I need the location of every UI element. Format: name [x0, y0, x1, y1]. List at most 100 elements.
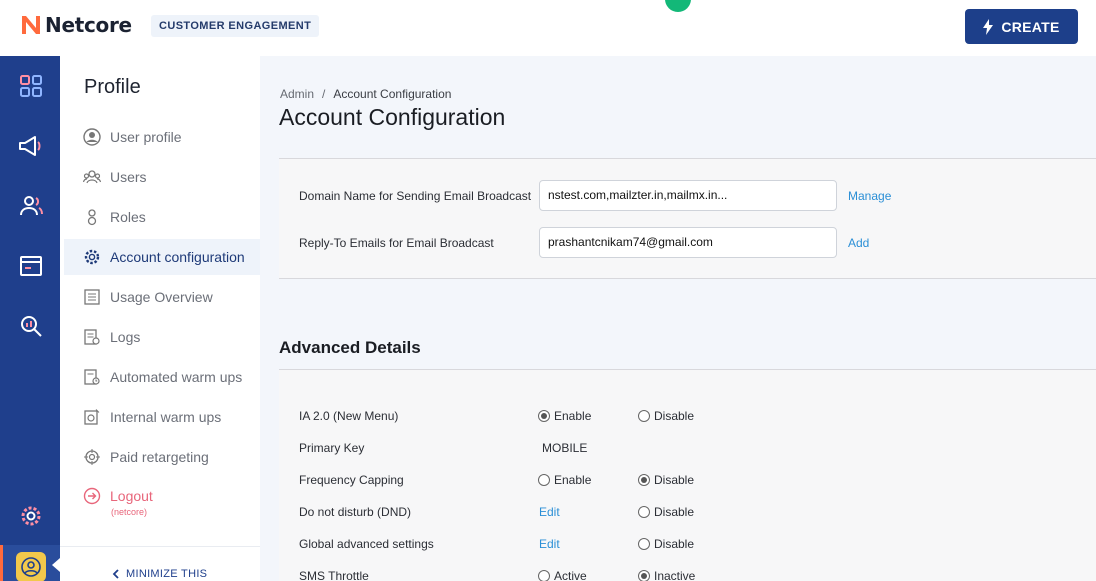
subnav-item-users[interactable]: Users [64, 159, 260, 195]
audience-icon[interactable] [18, 193, 44, 219]
minimize-label: MINIMIZE THIS [126, 568, 208, 580]
left-rail [0, 56, 60, 581]
subnav-title: Profile [84, 76, 141, 98]
breadcrumb-current: Account Configuration [333, 87, 452, 101]
profile-subnav: Profile User profile Users Roles Account… [60, 56, 260, 581]
subnav-item-roles[interactable]: Roles [64, 199, 260, 235]
template-icon[interactable] [18, 253, 44, 279]
logs-icon [82, 327, 102, 347]
ia-label: IA 2.0 (New Menu) [299, 409, 399, 423]
lightning-icon [983, 18, 994, 35]
subnav-item-logs[interactable]: Logs [64, 319, 260, 355]
netcore-logo-icon [22, 16, 40, 34]
subnav-label: Automated warm ups [110, 369, 243, 385]
radio-label: Active [554, 569, 587, 581]
email-config-card: Domain Name for Sending Email Broadcast … [279, 158, 1096, 279]
breadcrumb-separator: / [322, 87, 326, 101]
radio-label: Disable [654, 505, 695, 519]
breadcrumb-admin[interactable]: Admin [280, 87, 314, 101]
users-icon [82, 167, 102, 187]
subnav-label: Usage Overview [110, 289, 213, 305]
domain-label: Domain Name for Sending Email Broadcast [299, 189, 532, 203]
manage-link[interactable]: Manage [848, 189, 891, 203]
subnav-item-automated-warm-ups[interactable]: Automated warm ups [64, 359, 260, 395]
logout-button[interactable]: Logout [64, 478, 260, 514]
radio-dot [638, 410, 650, 422]
radio-label: Disable [654, 473, 695, 487]
frequency-enable-radio[interactable]: Enable [538, 473, 591, 487]
netcore-logo[interactable]: Netcore [19, 13, 132, 37]
advanced-details-card: IA 2.0 (New Menu) Enable Disable Primary… [279, 369, 1096, 581]
automated-icon [82, 367, 102, 387]
divider [60, 546, 260, 547]
primary-key-label: Primary Key [299, 441, 365, 455]
analytics-icon[interactable] [18, 313, 44, 339]
radio-dot [638, 506, 650, 518]
radio-label: Inactive [654, 569, 696, 581]
radio-label: Disable [654, 409, 695, 423]
reply-to-input[interactable]: prashantcnikam74@gmail.com [539, 227, 837, 258]
add-link[interactable]: Add [848, 236, 869, 250]
logout-icon [82, 486, 102, 506]
dnd-label: Do not disturb (DND) [299, 505, 412, 519]
create-label: CREATE [1001, 18, 1060, 35]
subnav-item-account-configuration[interactable]: Account configuration [64, 239, 260, 275]
product-badge: CUSTOMER ENGAGEMENT [151, 15, 320, 37]
frequency-label: Frequency Capping [299, 473, 404, 487]
subnav-item-internal-warm-ups[interactable]: Internal warm ups [64, 399, 260, 435]
radio-dot [638, 570, 650, 581]
breadcrumb: Admin / Account Configuration [280, 87, 451, 101]
rail-profile-item[interactable] [0, 545, 60, 581]
dnd-disable-radio[interactable]: Disable [638, 505, 694, 519]
subnav-item-user-profile[interactable]: User profile [64, 119, 260, 155]
ia-disable-radio[interactable]: Disable [638, 409, 694, 423]
advanced-details-title: Advanced Details [279, 338, 421, 357]
radio-dot [638, 538, 650, 550]
primary-key-value: MOBILE [542, 441, 588, 455]
user-circle-icon [82, 127, 102, 147]
dashboard-icon[interactable] [18, 73, 44, 99]
radio-dot [538, 410, 550, 422]
rail-caret [52, 558, 60, 572]
radio-dot [638, 474, 650, 486]
target-icon [82, 447, 102, 467]
create-button[interactable]: CREATE [965, 9, 1078, 44]
internal-icon [82, 407, 102, 427]
sms-inactive-radio[interactable]: Inactive [638, 569, 695, 581]
megaphone-icon[interactable] [18, 133, 44, 159]
subnav-item-paid-retargeting[interactable]: Paid retargeting [64, 439, 260, 475]
subnav-label: User profile [110, 129, 182, 145]
subnav-label: Paid retargeting [110, 449, 209, 465]
logout-label: Logout [110, 488, 153, 504]
reply-to-label: Reply-To Emails for Email Broadcast [299, 236, 494, 250]
domain-input[interactable]: nstest.com,mailzter.in,mailmx.in... [539, 180, 837, 211]
radio-label: Disable [654, 537, 695, 551]
frequency-disable-radio[interactable]: Disable [638, 473, 694, 487]
settings-icon[interactable] [18, 503, 44, 529]
global-disable-radio[interactable]: Disable [638, 537, 694, 551]
minimize-button[interactable]: MINIMIZE THIS [112, 568, 207, 580]
active-marker [0, 545, 3, 581]
subnav-label: Internal warm ups [110, 409, 222, 425]
subnav-label: Account configuration [110, 249, 245, 265]
logout-account: (netcore) [111, 507, 148, 517]
profile-avatar-icon [16, 552, 46, 581]
dnd-edit-link[interactable]: Edit [539, 505, 560, 519]
global-edit-link[interactable]: Edit [539, 537, 560, 551]
chevron-left-icon [112, 569, 119, 579]
global-settings-label: Global advanced settings [299, 537, 434, 551]
roles-icon [82, 207, 102, 227]
radio-dot [538, 474, 550, 486]
ia-enable-radio[interactable]: Enable [538, 409, 591, 423]
subnav-label: Roles [110, 209, 146, 225]
subnav-item-usage-overview[interactable]: Usage Overview [64, 279, 260, 315]
page-title: Account Configuration [279, 104, 506, 130]
sms-throttle-label: SMS Throttle [299, 569, 369, 581]
sms-active-radio[interactable]: Active [538, 569, 587, 581]
radio-label: Enable [554, 409, 592, 423]
subnav-label: Users [110, 169, 147, 185]
brand-name: Netcore [45, 13, 132, 37]
gear-icon [82, 247, 102, 267]
subnav-label: Logs [110, 329, 141, 345]
list-icon [82, 287, 102, 307]
